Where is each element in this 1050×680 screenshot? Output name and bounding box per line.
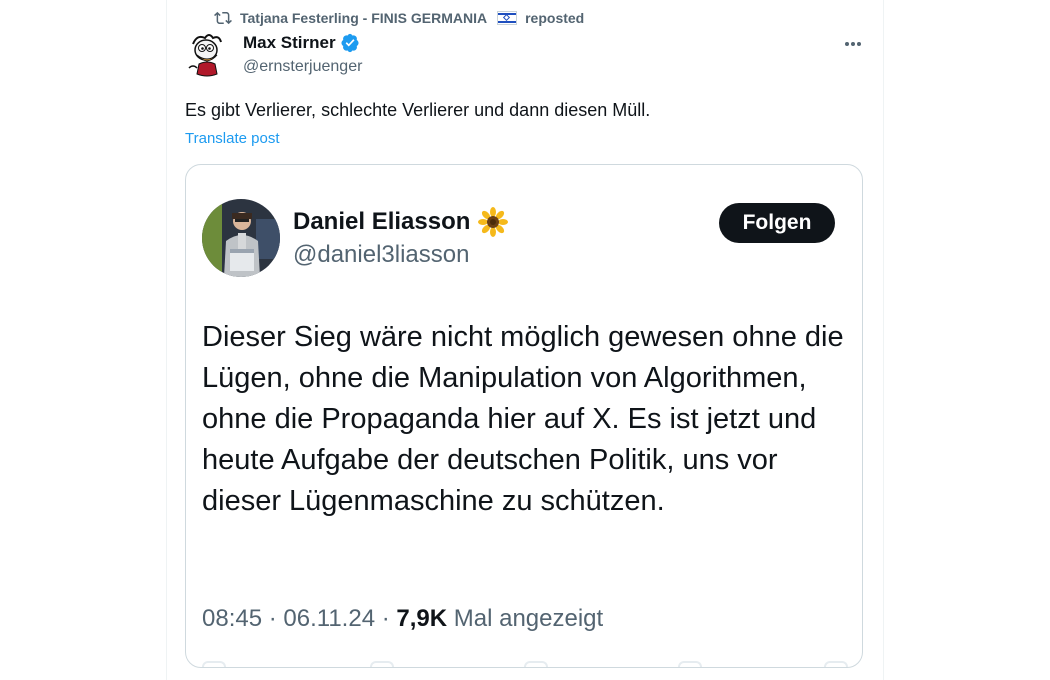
- view-count-label: Mal angezeigt: [453, 605, 604, 632]
- timeline-left-border: [166, 0, 167, 680]
- embed-author-name[interactable]: Daniel Eliasson: [293, 207, 509, 237]
- translate-post-link[interactable]: Translate post: [185, 130, 280, 147]
- meta-separator-2: ·: [381, 605, 390, 632]
- reposter-name[interactable]: Tatjana Festerling - FINIS GERMANIA: [240, 10, 487, 26]
- repost-action-icon: [370, 661, 394, 667]
- israel-flag-emoji: [497, 11, 518, 25]
- author-name[interactable]: Max Stirner: [243, 33, 360, 53]
- post-date[interactable]: 06.11.24: [283, 605, 375, 632]
- repost-context[interactable]: Tatjana Festerling - FINIS GERMANIA repo…: [214, 8, 584, 28]
- post-text: Es gibt Verlierer, schlechte Verlierer u…: [185, 100, 651, 120]
- embed-post-meta: 08:45 · 06.11.24 · 7,9K Mal angezeigt: [202, 605, 603, 633]
- embed-post-text: Dieser Sieg wäre nicht möglich gewesen o…: [202, 321, 844, 517]
- embed-action-bar: [202, 661, 848, 667]
- follow-button[interactable]: Folgen: [719, 203, 835, 243]
- reply-icon: [202, 661, 226, 667]
- timeline-right-border: [883, 0, 884, 680]
- meta-separator: ·: [268, 605, 277, 632]
- speaker-avatar[interactable]: [202, 199, 280, 277]
- repost-icon: [214, 11, 232, 25]
- verified-badge-icon: [341, 33, 359, 53]
- author-name-text[interactable]: Max Stirner: [243, 33, 336, 53]
- bookmark-icon: [678, 661, 702, 667]
- embed-author-handle[interactable]: @daniel3liasson: [293, 241, 469, 269]
- repost-suffix: reposted: [525, 10, 585, 26]
- share-icon: [824, 661, 848, 667]
- sunflower-emoji: [478, 207, 509, 237]
- author-handle[interactable]: @ernsterjuenger: [243, 58, 362, 76]
- duck-avatar[interactable]: [183, 30, 231, 78]
- like-icon: [524, 661, 548, 667]
- view-count: 7,9K: [396, 605, 448, 632]
- more-icon[interactable]: [840, 34, 866, 54]
- post-time[interactable]: 08:45: [202, 605, 262, 632]
- embed-author-name-text[interactable]: Daniel Eliasson: [293, 208, 470, 236]
- embedded-post-image[interactable]: Daniel Eliasson @daniel3liasson Folgen D…: [185, 164, 863, 668]
